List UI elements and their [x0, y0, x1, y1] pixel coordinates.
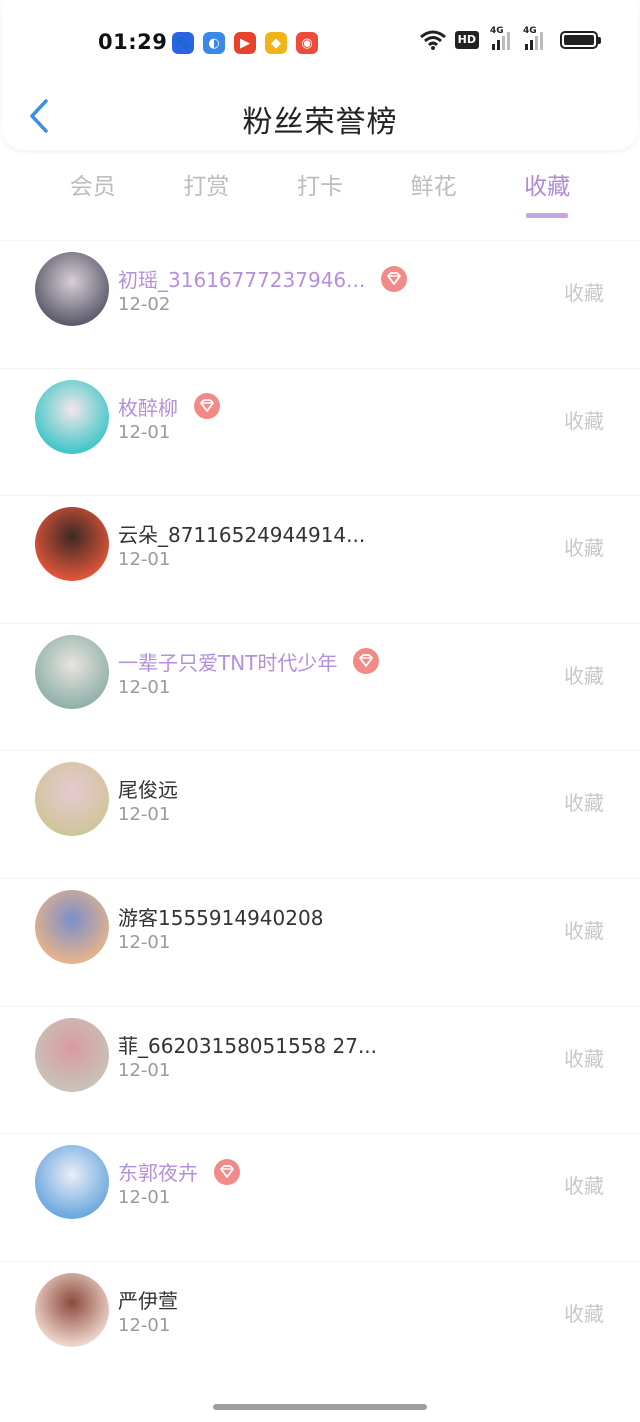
list-item[interactable]: 游客1555914940208 12-01 收藏 — [0, 877, 640, 1006]
list-item[interactable]: 东郭夜卉 12-01 收藏 — [0, 1133, 640, 1261]
user-name[interactable]: 一辈子只爱TNT时代少年 — [118, 647, 380, 678]
browser-icon: ◐ — [203, 32, 225, 54]
wifi-icon — [419, 30, 446, 50]
vip-diamond-icon — [381, 265, 408, 292]
status-time: 01:29 — [98, 30, 168, 54]
favorite-date: 12-01 — [118, 549, 171, 571]
signal-2-icon: 4G — [523, 26, 543, 50]
avatar[interactable] — [35, 507, 109, 582]
vip-diamond-icon — [214, 1158, 240, 1185]
status-bar: 01:29 🐾 ◐ ▶ ◆ ◉ HD 4G 4G — [2, 0, 640, 86]
list-item[interactable]: 一辈子只爱TNT时代少年 12-01 收藏 — [0, 622, 640, 751]
favorite-label: 收藏 — [564, 408, 604, 433]
vip-diamond-icon — [353, 648, 380, 675]
avatar[interactable] — [35, 1272, 109, 1347]
user-name[interactable]: 东郭夜卉 — [118, 1157, 240, 1188]
top-header: 01:29 🐾 ◐ ▶ ◆ ◉ HD 4G 4G 粉丝荣誉榜 — [2, 0, 638, 150]
favorite-label: 收藏 — [564, 918, 604, 943]
user-name[interactable]: 尾俊远 — [118, 774, 178, 803]
home-indicator[interactable] — [213, 1404, 427, 1410]
favorite-label: 收藏 — [564, 1046, 604, 1071]
user-name[interactable]: 云朵_87116524944914... — [118, 519, 365, 548]
avatar[interactable] — [35, 762, 109, 837]
user-name-text: 初瑶_31616777237946... — [118, 268, 366, 292]
user-name[interactable]: 游客1555914940208 — [118, 902, 323, 931]
favorite-label: 收藏 — [564, 791, 604, 816]
list-item[interactable]: 尾俊远 12-01 收藏 — [0, 750, 640, 878]
list-item[interactable]: 严伊萱 12-01 收藏 — [0, 1260, 640, 1389]
favorite-label: 收藏 — [564, 663, 604, 688]
avatar[interactable] — [35, 252, 109, 326]
system-indicators: HD 4G 4G — [419, 26, 601, 50]
tab-favorites[interactable]: 收藏 — [502, 166, 592, 222]
favorite-date: 12-01 — [118, 931, 171, 953]
baidu-paw-icon: 🐾 — [172, 32, 194, 54]
favorite-date: 12-01 — [118, 676, 171, 698]
favorite-date: 12-01 — [118, 1187, 171, 1209]
notification-icons: 🐾 ◐ ▶ ◆ ◉ — [172, 32, 318, 54]
avatar[interactable] — [35, 634, 109, 709]
favorite-date: 12-01 — [118, 1059, 171, 1081]
user-name[interactable]: 枚醉柳 — [118, 392, 220, 423]
avatar[interactable] — [35, 1017, 109, 1092]
page-title: 粉丝荣誉榜 — [242, 105, 398, 140]
user-name-text: 菲_66203158051558 27... — [118, 1033, 378, 1058]
favorite-date: 12-02 — [118, 294, 171, 315]
favorite-label: 收藏 — [564, 1301, 604, 1326]
tab-member[interactable]: 会员 — [48, 166, 138, 222]
user-name[interactable]: 严伊萱 — [118, 1285, 178, 1314]
favorite-label: 收藏 — [564, 281, 604, 305]
avatar[interactable] — [35, 889, 109, 964]
favorite-date: 12-01 — [118, 421, 171, 443]
list-item[interactable]: 菲_66203158051558 27... 12-01 收藏 — [0, 1005, 640, 1134]
list-item[interactable]: 云朵_87116524944914... 12-01 收藏 — [0, 495, 640, 623]
tab-checkin[interactable]: 打卡 — [275, 166, 365, 222]
favorite-label: 收藏 — [564, 536, 604, 561]
battery-icon — [560, 31, 601, 49]
list-item[interactable]: 枚醉柳 12-01 收藏 — [0, 367, 640, 496]
video-play-icon: ▶ — [234, 32, 256, 54]
favorite-label: 收藏 — [564, 1174, 604, 1199]
user-name-text: 严伊萱 — [118, 1288, 178, 1313]
signal-2-label: 4G — [523, 26, 537, 36]
user-name[interactable]: 菲_66203158051558 27... — [118, 1030, 377, 1059]
fans-honor-page: 01:29 🐾 ◐ ▶ ◆ ◉ HD 4G 4G 粉丝荣誉榜 会员 打赏 打卡 … — [0, 0, 640, 1422]
user-name-text: 尾俊远 — [118, 778, 178, 803]
signal-1-icon: 4G — [490, 26, 510, 50]
signal-1-label: 4G — [490, 26, 504, 36]
user-name-text: 东郭夜卉 — [118, 1161, 198, 1186]
weibo-icon: ◉ — [296, 32, 318, 54]
user-name-text: 一辈子只爱TNT时代少年 — [118, 650, 338, 675]
tab-reward[interactable]: 打赏 — [161, 166, 251, 222]
favorite-date: 12-01 — [118, 804, 171, 826]
vip-diamond-icon — [194, 393, 220, 420]
diamond-app-icon: ◆ — [265, 32, 287, 54]
user-name[interactable]: 初瑶_31616777237946... — [118, 264, 408, 295]
list-item[interactable]: 初瑶_31616777237946... 12-02 收藏 — [0, 240, 640, 368]
favorite-date: 12-01 — [118, 1314, 171, 1336]
tab-bar: 会员 打赏 打卡 鲜花 收藏 — [0, 166, 640, 226]
avatar[interactable] — [35, 1145, 109, 1220]
user-name-text: 枚醉柳 — [118, 395, 178, 420]
avatar[interactable] — [35, 379, 109, 454]
hd-voice-badge: HD — [454, 31, 479, 49]
user-name-text: 云朵_87116524944914... — [118, 523, 366, 548]
tab-flowers[interactable]: 鲜花 — [389, 166, 479, 222]
fan-list: 初瑶_31616777237946... 12-02 收藏 枚醉柳 12-01 收藏 云朵_… — [0, 240, 640, 1388]
user-name-text: 游客1555914940208 — [118, 905, 324, 930]
